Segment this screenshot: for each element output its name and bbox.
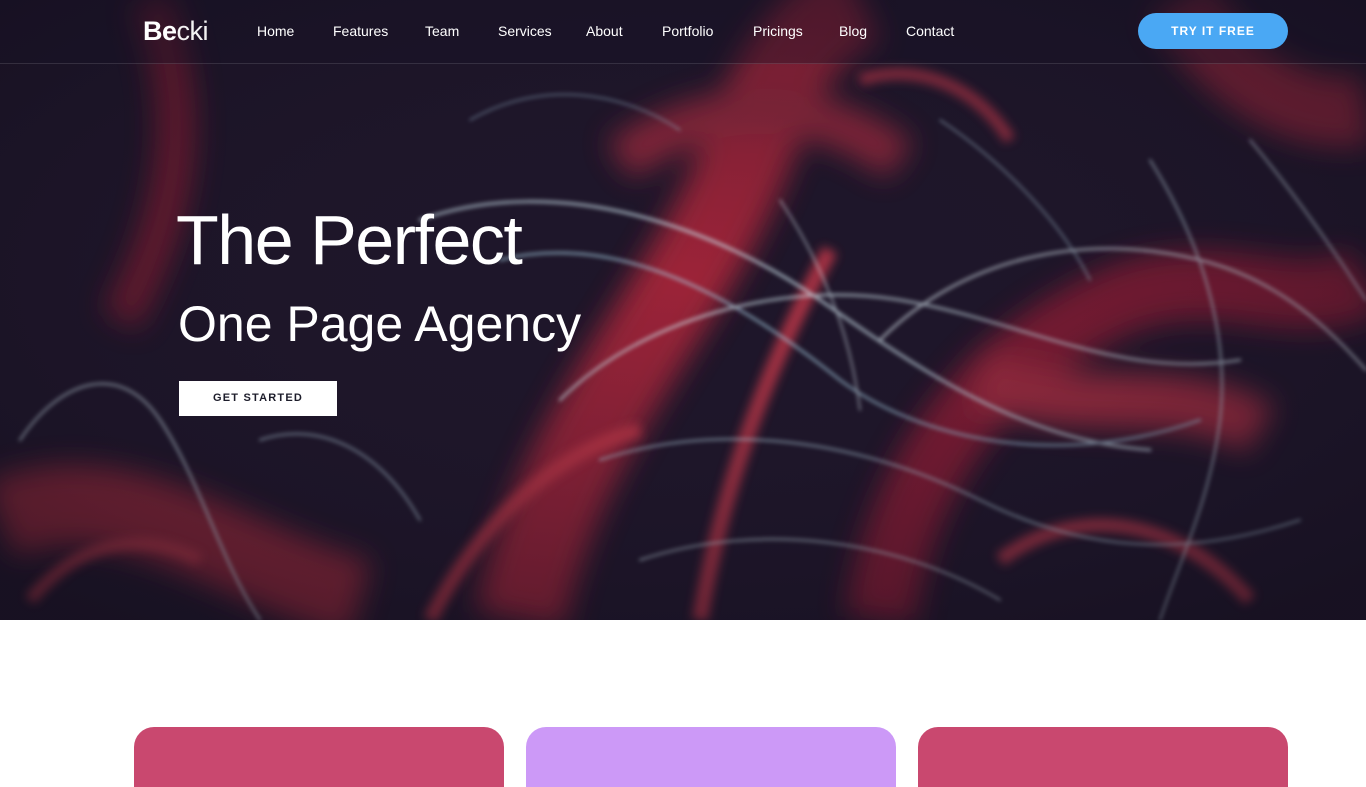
nav-link-about[interactable]: About bbox=[586, 22, 623, 40]
hero-heading-line2: One Page Agency bbox=[178, 296, 582, 352]
nav-link-portfolio[interactable]: Portfolio bbox=[662, 22, 713, 40]
nav-link-contact[interactable]: Contact bbox=[906, 22, 954, 40]
nav-link-services[interactable]: Services bbox=[498, 22, 552, 40]
hero-heading-line1: The Perfect bbox=[176, 201, 523, 279]
feature-card-2 bbox=[526, 727, 896, 787]
try-it-free-button[interactable]: TRY IT FREE bbox=[1138, 13, 1288, 49]
nav-link-blog[interactable]: Blog bbox=[839, 22, 867, 40]
nav-link-pricings[interactable]: Pricings bbox=[753, 22, 803, 40]
hero-section: Becki Home Features Team Services About … bbox=[0, 0, 1366, 620]
feature-card-3 bbox=[918, 727, 1288, 787]
logo-text-light: cki bbox=[176, 16, 209, 46]
nav-link-team[interactable]: Team bbox=[425, 22, 459, 40]
top-navbar: Becki Home Features Team Services About … bbox=[0, 0, 1366, 64]
logo-text-strong: Be bbox=[143, 16, 177, 46]
feature-card-1 bbox=[134, 727, 504, 787]
brand-logo[interactable]: Becki bbox=[143, 14, 209, 48]
nav-link-features[interactable]: Features bbox=[333, 22, 388, 40]
nav-link-home[interactable]: Home bbox=[257, 22, 294, 40]
get-started-button[interactable]: GET STARTED bbox=[179, 381, 337, 416]
